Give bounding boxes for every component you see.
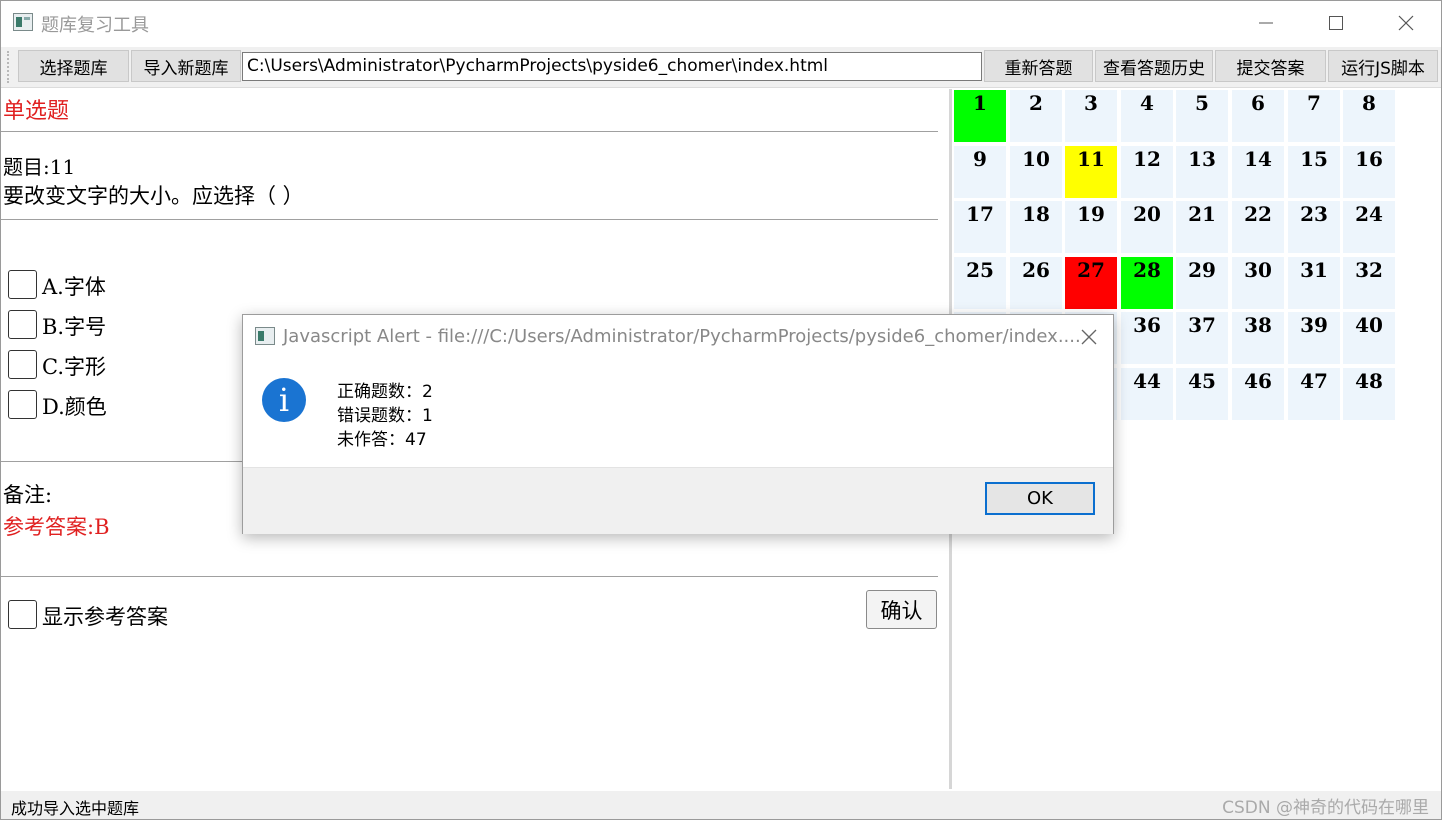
close-icon xyxy=(1081,329,1097,345)
option-d[interactable]: D.颜色 xyxy=(8,385,107,419)
question-cell[interactable]: 7 xyxy=(1288,90,1340,142)
watermark: CSDN @神奇的代码在哪里 xyxy=(1222,798,1429,818)
option-label: A.字体 xyxy=(42,275,106,299)
history-button[interactable]: 查看答题历史 xyxy=(1095,50,1213,82)
option-checkbox[interactable] xyxy=(8,350,37,379)
question-cell[interactable]: 6 xyxy=(1232,90,1284,142)
option-label: D.颜色 xyxy=(42,395,107,419)
question-cell[interactable]: 44 xyxy=(1121,368,1173,420)
note-label: 备注: xyxy=(3,483,53,507)
question-cell[interactable]: 9 xyxy=(954,146,1006,198)
wrong-count: 错误题数：1 xyxy=(337,406,433,426)
minimize-icon xyxy=(1259,22,1273,24)
question-cell[interactable]: 37 xyxy=(1176,312,1228,364)
divider xyxy=(1,219,938,220)
dialog-title: Javascript Alert - file:///C:/Users/Admi… xyxy=(283,326,1081,347)
question-type: 单选题 xyxy=(3,99,70,124)
question-cell[interactable]: 11 xyxy=(1065,146,1117,198)
question-cell[interactable]: 28 xyxy=(1121,257,1173,309)
show-answer-toggle[interactable]: 显示参考答案 xyxy=(8,595,168,629)
question-cell[interactable]: 23 xyxy=(1288,201,1340,253)
question-cell[interactable]: 30 xyxy=(1232,257,1284,309)
question-cell[interactable]: 39 xyxy=(1288,312,1340,364)
question-cell[interactable]: 18 xyxy=(1010,201,1062,253)
maximize-button[interactable] xyxy=(1301,1,1371,45)
minimize-button[interactable] xyxy=(1231,1,1301,45)
question-cell[interactable]: 25 xyxy=(954,257,1006,309)
question-cell[interactable]: 10 xyxy=(1010,146,1062,198)
question-cell[interactable]: 12 xyxy=(1121,146,1173,198)
app-icon xyxy=(13,13,33,31)
question-cell[interactable]: 13 xyxy=(1176,146,1228,198)
option-label: C.字形 xyxy=(42,355,106,379)
question-cell[interactable]: 48 xyxy=(1343,368,1395,420)
show-answer-label: 显示参考答案 xyxy=(42,605,168,629)
close-button[interactable] xyxy=(1371,1,1441,45)
close-icon xyxy=(1398,15,1414,31)
title-bar: 题库复习工具 xyxy=(1,1,1441,45)
info-icon: i xyxy=(262,378,306,422)
import-bank-button[interactable]: 导入新题库 xyxy=(131,50,241,82)
unanswered-count: 未作答：47 xyxy=(337,430,427,450)
question-cell[interactable]: 8 xyxy=(1343,90,1395,142)
submit-button[interactable]: 提交答案 xyxy=(1215,50,1326,82)
question-cell[interactable]: 38 xyxy=(1232,312,1284,364)
restart-button[interactable]: 重新答题 xyxy=(984,50,1093,82)
dialog-app-icon xyxy=(255,327,275,345)
ok-button[interactable]: OK xyxy=(985,482,1095,515)
question-cell[interactable]: 40 xyxy=(1343,312,1395,364)
option-checkbox[interactable] xyxy=(8,270,37,299)
question-cell[interactable]: 14 xyxy=(1232,146,1284,198)
question-cell[interactable]: 22 xyxy=(1232,201,1284,253)
divider xyxy=(1,576,938,577)
question-cell[interactable]: 21 xyxy=(1176,201,1228,253)
confirm-button[interactable]: 确认 xyxy=(866,590,937,629)
dialog-close-button[interactable] xyxy=(1077,325,1101,349)
question-cell[interactable]: 1 xyxy=(954,90,1006,142)
alert-dialog: Javascript Alert - file:///C:/Users/Admi… xyxy=(242,314,1114,534)
select-bank-button[interactable]: 选择题库 xyxy=(18,50,129,82)
question-cell[interactable]: 16 xyxy=(1343,146,1395,198)
question-cell[interactable]: 29 xyxy=(1176,257,1228,309)
question-cell[interactable]: 20 xyxy=(1121,201,1173,253)
correct-count: 正确题数：2 xyxy=(337,382,433,402)
maximize-icon xyxy=(1329,16,1343,30)
question-cell[interactable]: 27 xyxy=(1065,257,1117,309)
question-text: 要改变文字的大小。应选择（ ） xyxy=(3,184,304,208)
option-checkbox[interactable] xyxy=(8,310,37,339)
question-cell[interactable]: 32 xyxy=(1343,257,1395,309)
question-cell[interactable]: 5 xyxy=(1176,90,1228,142)
window-title: 题库复习工具 xyxy=(41,15,149,36)
question-cell[interactable]: 3 xyxy=(1065,90,1117,142)
status-text: 成功导入选中题库 xyxy=(11,799,140,818)
divider xyxy=(1,131,938,132)
option-label: B.字号 xyxy=(42,315,107,339)
option-a[interactable]: A.字体 xyxy=(8,265,106,299)
question-cell[interactable]: 2 xyxy=(1010,90,1062,142)
question-cell[interactable]: 47 xyxy=(1288,368,1340,420)
run-js-button[interactable]: 运行JS脚本 xyxy=(1328,50,1438,82)
dialog-footer: OK xyxy=(243,467,1113,534)
question-cell[interactable]: 24 xyxy=(1343,201,1395,253)
toolbar: 选择题库 导入新题库 C:\Users\Administrator\Pychar… xyxy=(1,47,1441,88)
question-cell[interactable]: 45 xyxy=(1176,368,1228,420)
option-c[interactable]: C.字形 xyxy=(8,345,106,379)
question-cell[interactable]: 19 xyxy=(1065,201,1117,253)
reference-answer: 参考答案:B xyxy=(3,515,110,539)
question-cell[interactable]: 31 xyxy=(1288,257,1340,309)
file-path-input[interactable]: C:\Users\Administrator\PycharmProjects\p… xyxy=(242,52,982,81)
question-cell[interactable]: 17 xyxy=(954,201,1006,253)
question-cell[interactable]: 15 xyxy=(1288,146,1340,198)
question-cell[interactable]: 26 xyxy=(1010,257,1062,309)
option-checkbox[interactable] xyxy=(8,390,37,419)
status-bar: 成功导入选中题库 CSDN @神奇的代码在哪里 xyxy=(1,791,1441,819)
question-number: 题目:11 xyxy=(3,155,76,179)
toolbar-grip[interactable] xyxy=(7,51,13,83)
question-cell[interactable]: 46 xyxy=(1232,368,1284,420)
question-cell[interactable]: 36 xyxy=(1121,312,1173,364)
option-b[interactable]: B.字号 xyxy=(8,305,106,339)
question-cell[interactable]: 4 xyxy=(1121,90,1173,142)
show-answer-checkbox[interactable] xyxy=(8,600,37,629)
